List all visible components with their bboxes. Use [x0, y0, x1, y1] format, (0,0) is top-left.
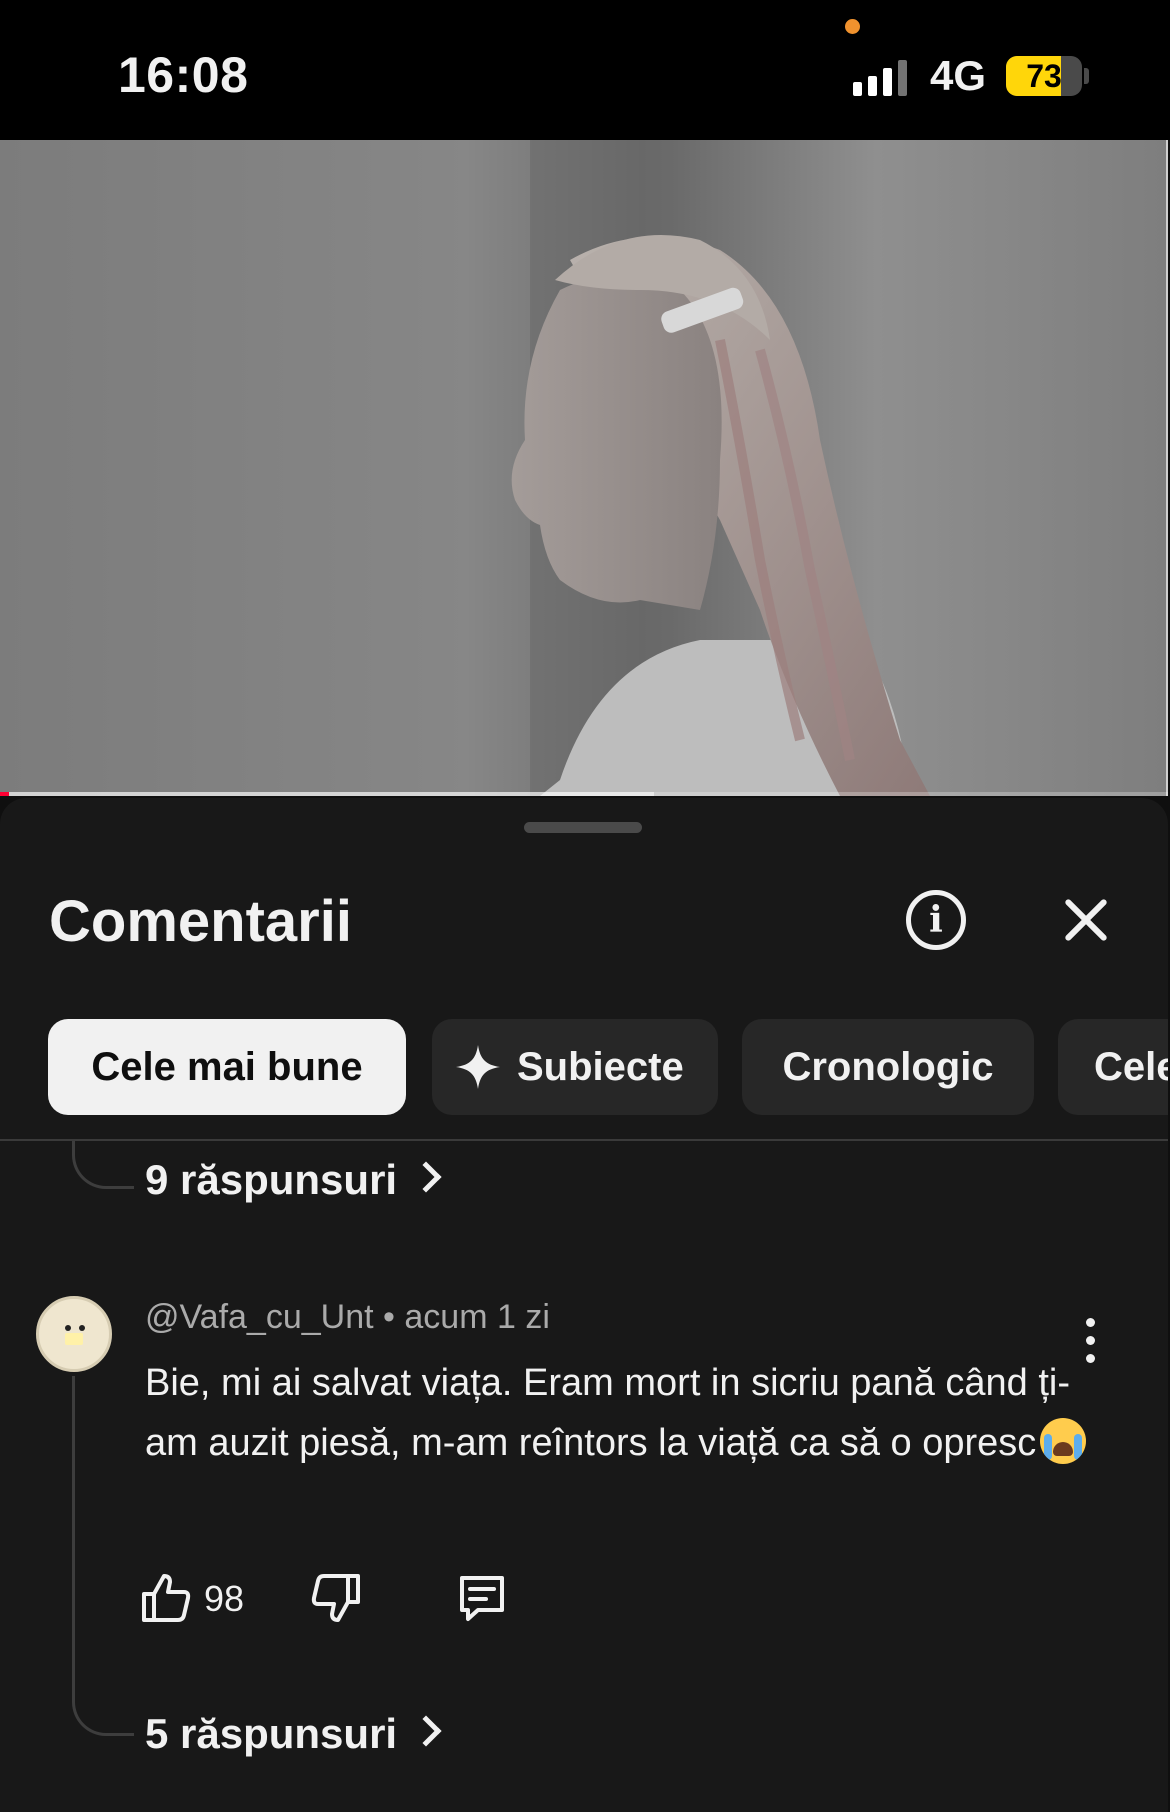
comments-title: Comentarii	[49, 889, 352, 954]
cellular-signal-icon	[853, 58, 913, 96]
avatar-butter	[65, 1333, 83, 1345]
comment-meta: @Vafa_cu_Unt • acum 1 zi	[145, 1298, 550, 1337]
replies-count-label: 9 răspunsuri	[145, 1156, 398, 1203]
like-count: 98	[204, 1578, 245, 1619]
video-buffer-bar	[0, 792, 655, 796]
video-progress-bar[interactable]	[0, 792, 1168, 796]
chevron-right-icon	[410, 1715, 442, 1747]
video-frame-image	[0, 140, 930, 796]
comment-filter-chips: Cele mai bune Subiecte Cronologic Cele	[48, 1019, 1168, 1115]
comment-actions: 98	[140, 1568, 640, 1628]
status-bar: 16:08 4G 73	[0, 0, 1170, 140]
close-icon[interactable]	[1056, 890, 1116, 950]
chips-divider	[0, 1139, 1168, 1141]
thread-connector-line	[72, 1376, 134, 1736]
sheet-drag-handle[interactable]	[524, 822, 642, 833]
avatar-eye	[79, 1325, 85, 1331]
network-type: 4G	[930, 52, 987, 99]
battery-icon: 73	[1006, 56, 1082, 96]
comment-text: Bie, mi ai salvat viața. Eram mort in si…	[145, 1353, 1095, 1473]
comment-author[interactable]: @Vafa_cu_Unt	[145, 1298, 374, 1336]
filter-chip-more[interactable]: Cele	[1058, 1019, 1168, 1115]
filter-chip-topics[interactable]: Subiecte	[432, 1019, 718, 1115]
thread-connector-line	[72, 1141, 134, 1189]
comment-reply-icon	[460, 1576, 504, 1621]
thumbs-down-icon	[311, 1574, 360, 1622]
dislike-button[interactable]	[310, 1568, 370, 1628]
battery-percent: 73	[1026, 58, 1062, 94]
loudly-crying-face-emoji	[1040, 1417, 1087, 1464]
video-player[interactable]	[0, 140, 1168, 796]
comment-body: Bie, mi ai salvat viața. Eram mort in si…	[145, 1362, 1071, 1464]
like-button[interactable]: 98	[140, 1568, 250, 1628]
thumbs-up-icon	[142, 1574, 191, 1622]
privacy-indicator-dot	[845, 19, 860, 34]
meta-separator: •	[383, 1298, 395, 1336]
filter-chip-top[interactable]: Cele mai bune	[48, 1019, 406, 1115]
view-replies-link[interactable]: 5 răspunsuri	[145, 1710, 442, 1758]
replies-count-label: 5 răspunsuri	[145, 1710, 398, 1757]
reply-button[interactable]	[456, 1568, 516, 1628]
view-replies-link[interactable]: 9 răspunsuri	[145, 1156, 442, 1204]
video-edge	[1166, 140, 1168, 796]
filter-chip-newest[interactable]: Cronologic	[742, 1019, 1034, 1115]
info-icon[interactable]: i	[906, 890, 966, 950]
battery-cap	[1084, 68, 1089, 84]
comment-time: acum 1 zi	[404, 1298, 550, 1336]
status-time: 16:08	[118, 47, 249, 103]
comments-sheet: Comentarii i Cele mai bune Subiecte Cron…	[0, 798, 1168, 1812]
avatar-eye	[65, 1325, 71, 1331]
sparkle-icon	[456, 1045, 500, 1089]
avatar[interactable]	[36, 1296, 112, 1372]
chevron-right-icon	[410, 1161, 442, 1193]
video-played-bar	[0, 792, 10, 796]
filter-chip-topics-label: Subiecte	[517, 1045, 684, 1089]
